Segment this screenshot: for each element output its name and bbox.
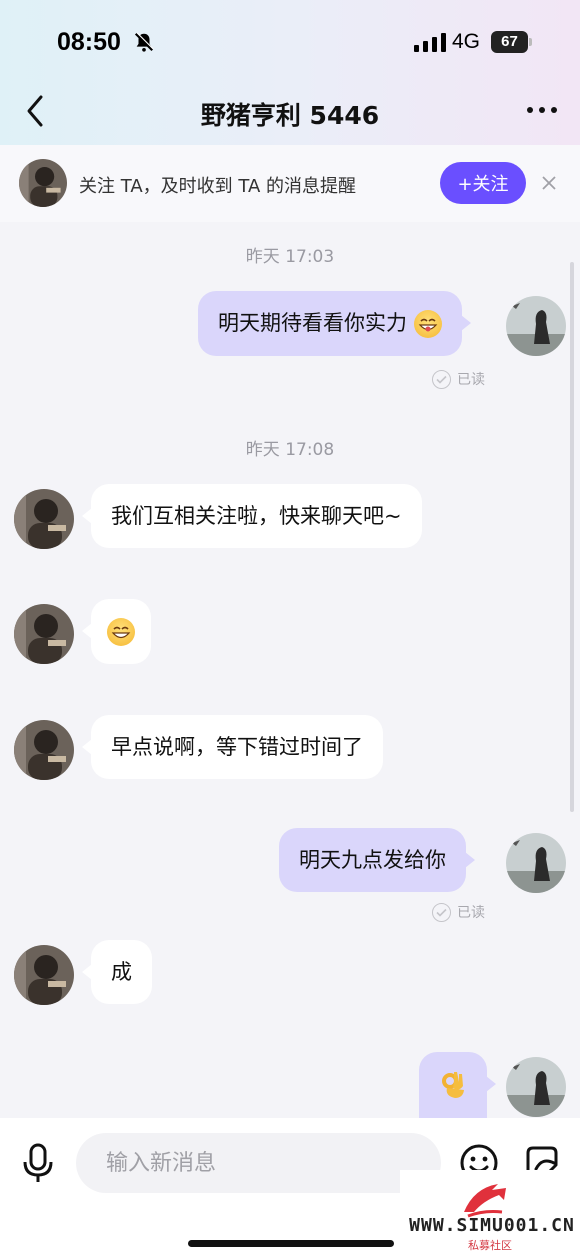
message-text: 明天期待看看你实力 xyxy=(218,311,407,335)
read-receipt: 已读 xyxy=(432,369,485,389)
message-timestamp: 昨天 17:03 xyxy=(245,247,335,267)
bubble-tail xyxy=(460,315,471,331)
my-avatar[interactable] xyxy=(506,1057,566,1117)
network-type: 4G xyxy=(452,30,481,53)
nav-bar: 野猪亨利 5446 xyxy=(0,86,580,144)
contact-avatar[interactable] xyxy=(14,720,74,780)
message-text: 明天九点发给你 xyxy=(299,848,446,872)
bell-muted-icon xyxy=(134,32,154,52)
incoming-message-bubble[interactable]: 早点说啊，等下错过时间了 xyxy=(82,715,383,779)
my-avatar[interactable] xyxy=(506,833,566,893)
incoming-message-bubble[interactable] xyxy=(82,599,151,664)
watermark: WWW.SIMU001.CN 私募社区 xyxy=(400,1170,580,1257)
home-indicator xyxy=(188,1240,394,1247)
contact-avatar[interactable] xyxy=(14,489,74,549)
follow-button-label: +关注 xyxy=(457,174,509,195)
bubble-tail xyxy=(82,964,92,980)
follow-banner: 关注 TA，及时收到 TA 的消息提醒 +关注 xyxy=(0,145,580,222)
outgoing-message-bubble[interactable]: 明天期待看看你实力 xyxy=(198,291,471,356)
read-label: 已读 xyxy=(457,372,485,388)
contact-avatar[interactable] xyxy=(14,945,74,1005)
read-receipt: 已读 xyxy=(432,902,485,922)
cellular-signal-icon xyxy=(414,33,446,52)
contact-avatar[interactable] xyxy=(14,604,74,664)
watermark-text: WWW.SIMU001.CN xyxy=(409,1215,575,1236)
grin-emoji-icon xyxy=(107,618,135,646)
message-input[interactable] xyxy=(76,1133,441,1193)
follow-button[interactable]: +关注 xyxy=(440,162,526,204)
status-bar: 08:50 4G 67 xyxy=(0,0,580,86)
my-avatar[interactable] xyxy=(506,296,566,356)
ok-hand-emoji-icon xyxy=(439,1072,467,1105)
bubble-tail xyxy=(486,1076,496,1092)
grin-emoji-icon xyxy=(413,310,442,338)
status-time: 08:50 xyxy=(57,28,121,56)
microphone-icon[interactable] xyxy=(21,1143,55,1183)
follow-prompt-text: 关注 TA，及时收到 TA 的消息提醒 xyxy=(79,176,356,197)
battery-tip xyxy=(529,38,532,46)
outgoing-message-bubble[interactable] xyxy=(419,1052,496,1118)
more-options-icon[interactable] xyxy=(522,98,562,122)
battery-indicator: 67 xyxy=(491,31,528,53)
message-text: 我们互相关注啦，快来聊天吧~ xyxy=(111,504,402,528)
bubble-tail xyxy=(82,623,92,639)
outgoing-message-bubble[interactable]: 明天九点发给你 xyxy=(279,828,475,892)
read-label: 已读 xyxy=(457,905,485,921)
message-text: 早点说啊，等下错过时间了 xyxy=(111,735,363,759)
watermark-subtext: 私募社区 xyxy=(468,1239,512,1252)
bubble-tail xyxy=(82,739,92,755)
close-icon[interactable] xyxy=(540,174,558,192)
bubble-tail xyxy=(82,508,92,524)
watermark-logo-icon xyxy=(464,1184,506,1218)
message-text: 成 xyxy=(111,960,132,984)
incoming-message-bubble[interactable]: 成 xyxy=(82,940,152,1004)
bubble-tail xyxy=(465,852,475,868)
contact-avatar[interactable] xyxy=(19,159,67,207)
check-circle-icon xyxy=(432,902,451,922)
chat-scrollbar[interactable] xyxy=(570,262,574,812)
message-timestamp: 昨天 17:08 xyxy=(245,440,335,460)
chat-title: 野猪亨利 5446 xyxy=(200,101,380,130)
incoming-message-bubble[interactable]: 我们互相关注啦，快来聊天吧~ xyxy=(82,484,422,548)
check-circle-icon xyxy=(432,369,451,389)
